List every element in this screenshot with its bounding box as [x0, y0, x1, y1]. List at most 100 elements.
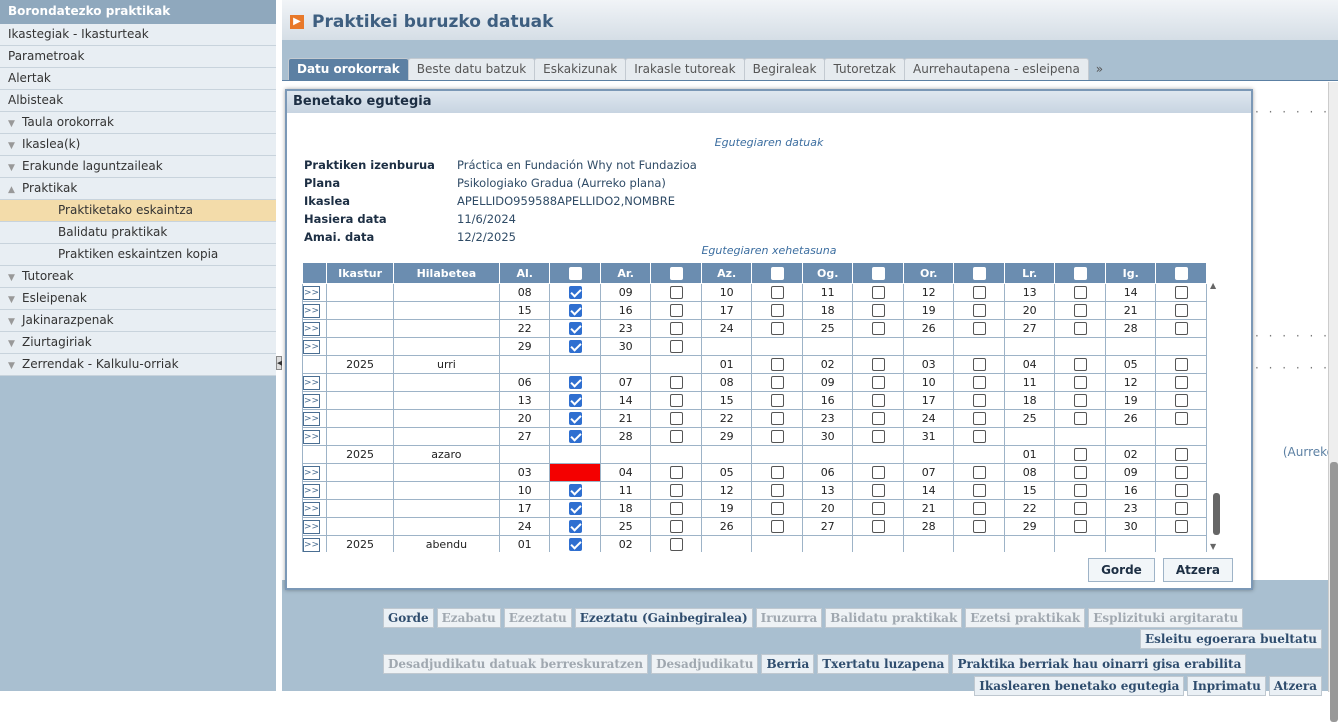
checkbox-icon[interactable]: [972, 502, 986, 516]
checkbox-icon[interactable]: [1073, 466, 1087, 480]
checkbox-icon[interactable]: [972, 286, 986, 300]
checkbox-icon[interactable]: [972, 484, 986, 498]
checkbox-icon[interactable]: [1174, 466, 1188, 480]
row-expand-button[interactable]: >>: [303, 538, 320, 552]
sidebar-item[interactable]: ▼ Taula orokorrak: [0, 112, 276, 134]
checkbox-icon[interactable]: [1073, 484, 1087, 498]
sidebar-item[interactable]: Praktiken eskaintzen kopia: [0, 244, 276, 266]
dialog-save-button[interactable]: Gorde: [1088, 558, 1155, 582]
checkbox-icon[interactable]: [669, 412, 683, 426]
checked-checkbox-icon[interactable]: [568, 322, 582, 336]
checkbox-icon[interactable]: [1174, 520, 1188, 534]
sidebar-item[interactable]: Parametroak: [0, 46, 276, 68]
action-button[interactable]: Atzera: [1268, 676, 1322, 696]
checked-checkbox-icon[interactable]: [568, 286, 582, 300]
checkbox-icon[interactable]: [1174, 266, 1188, 280]
checked-checkbox-icon[interactable]: [568, 430, 582, 444]
action-button[interactable]: Berria: [761, 654, 815, 674]
row-expand-button[interactable]: >>: [303, 376, 320, 390]
sidebar-item[interactable]: ▲ Praktikak: [0, 178, 276, 200]
action-button[interactable]: Ikaslearen benetako egutegia: [974, 676, 1185, 696]
checkbox-icon[interactable]: [972, 430, 986, 444]
checkbox-icon[interactable]: [770, 484, 784, 498]
checked-checkbox-icon[interactable]: [568, 376, 582, 390]
row-expand-button[interactable]: >>: [303, 340, 320, 354]
checkbox-icon[interactable]: [972, 322, 986, 336]
checkbox-icon[interactable]: [770, 394, 784, 408]
row-expand-button[interactable]: >>: [303, 502, 320, 516]
checkbox-icon[interactable]: [871, 358, 885, 372]
checkbox-icon[interactable]: [1174, 322, 1188, 336]
sidebar-item[interactable]: Praktiketako eskaintza: [0, 200, 276, 222]
checkbox-icon[interactable]: [972, 266, 986, 280]
checkbox-icon[interactable]: [871, 322, 885, 336]
checked-checkbox-icon[interactable]: [568, 340, 582, 354]
row-expand-button[interactable]: >>: [303, 322, 320, 336]
checkbox-icon[interactable]: [770, 466, 784, 480]
row-expand-button[interactable]: >>: [303, 430, 320, 444]
checkbox-icon[interactable]: [972, 520, 986, 534]
checkbox-icon[interactable]: [770, 520, 784, 534]
checkbox-icon[interactable]: [1073, 394, 1087, 408]
checkbox-icon[interactable]: [770, 286, 784, 300]
page-scrollbar[interactable]: [1328, 82, 1338, 722]
checkbox-icon[interactable]: [1174, 376, 1188, 390]
sidebar-item[interactable]: Albisteak: [0, 90, 276, 112]
dialog-back-button[interactable]: Atzera: [1162, 558, 1233, 582]
checkbox-icon[interactable]: [770, 322, 784, 336]
checkbox-icon[interactable]: [871, 286, 885, 300]
checkbox-icon[interactable]: [972, 304, 986, 318]
checkbox-icon[interactable]: [669, 430, 683, 444]
tab[interactable]: Eskakizunak: [534, 58, 627, 80]
checkbox-icon[interactable]: [669, 394, 683, 408]
checked-checkbox-icon[interactable]: [568, 304, 582, 318]
checkbox-icon[interactable]: [669, 520, 683, 534]
checkbox-icon[interactable]: [770, 502, 784, 516]
sidebar-item[interactable]: Balidatu praktikak: [0, 222, 276, 244]
checked-checkbox-icon[interactable]: [568, 484, 582, 498]
checkbox-icon[interactable]: [669, 340, 683, 354]
row-expand-button[interactable]: >>: [303, 394, 320, 408]
action-button[interactable]: Praktika berriak hau oinarri gisa erabil…: [952, 654, 1247, 674]
checkbox-icon[interactable]: [770, 358, 784, 372]
row-expand-button[interactable]: >>: [303, 484, 320, 498]
checkbox-icon[interactable]: [669, 322, 683, 336]
checkbox-icon[interactable]: [1073, 266, 1087, 280]
page-scrollbar-thumb[interactable]: [1330, 462, 1338, 722]
checkbox-icon[interactable]: [1073, 520, 1087, 534]
sidebar-item[interactable]: Alertak: [0, 68, 276, 90]
sidebar-item[interactable]: ▼ Erakunde laguntzaileak: [0, 156, 276, 178]
tab[interactable]: Datu orokorrak: [288, 58, 409, 80]
checkbox-icon[interactable]: [1174, 394, 1188, 408]
sidebar-item[interactable]: ▼ Tutoreak: [0, 266, 276, 288]
sidebar-item[interactable]: ▼ Zerrendak - Kalkulu-orriak: [0, 354, 276, 376]
checkbox-icon[interactable]: [972, 358, 986, 372]
checkbox-icon[interactable]: [669, 538, 683, 552]
checkbox-icon[interactable]: [1174, 286, 1188, 300]
sidebar-item[interactable]: ▼ Ikaslea(k): [0, 134, 276, 156]
row-expand-button[interactable]: >>: [303, 286, 320, 300]
action-button[interactable]: Gorde: [383, 608, 434, 628]
checkbox-icon[interactable]: [871, 466, 885, 480]
checkbox-icon[interactable]: [871, 304, 885, 318]
row-expand-button[interactable]: >>: [303, 304, 320, 318]
checkbox-icon[interactable]: [1174, 304, 1188, 318]
action-button[interactable]: Txertatu luzapena: [817, 654, 950, 674]
checkbox-icon[interactable]: [770, 376, 784, 390]
checkbox-icon[interactable]: [1073, 286, 1087, 300]
scroll-down-icon[interactable]: ▼: [1210, 542, 1216, 551]
checkbox-icon[interactable]: [669, 484, 683, 498]
sidebar-item[interactable]: Ikastegiak - Ikasturteak: [0, 24, 276, 46]
scroll-up-icon[interactable]: ▲: [1210, 281, 1216, 290]
checkbox-icon[interactable]: [1174, 448, 1188, 462]
sidebar-item[interactable]: ▼ Ziurtagiriak: [0, 332, 276, 354]
checkbox-icon[interactable]: [669, 466, 683, 480]
action-button[interactable]: Esleitu egoerara bueltatu: [1139, 629, 1322, 649]
sidebar-item[interactable]: ▼ Esleipenak: [0, 288, 276, 310]
checkbox-icon[interactable]: [1073, 358, 1087, 372]
tab[interactable]: Irakasle tutoreak: [625, 58, 745, 80]
checkbox-icon[interactable]: [770, 266, 784, 280]
checked-checkbox-icon[interactable]: [568, 538, 582, 552]
checkbox-icon[interactable]: [972, 394, 986, 408]
tab-more-icon[interactable]: »: [1088, 59, 1111, 81]
